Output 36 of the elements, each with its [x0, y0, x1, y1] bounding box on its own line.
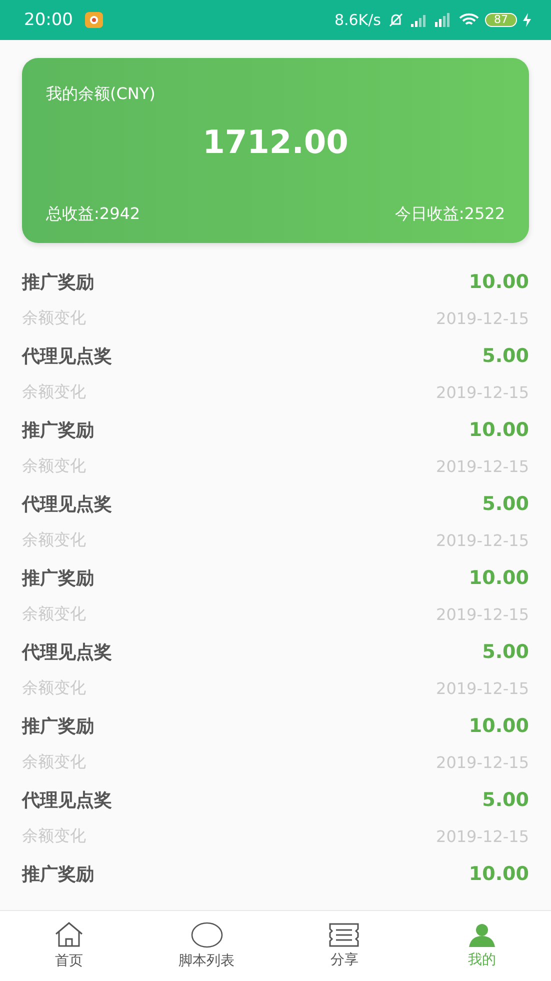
record-title: 代理见点奖: [22, 640, 112, 664]
tab-item[interactable]: 分享: [276, 911, 414, 981]
record-title: 代理见点奖: [22, 788, 112, 812]
mute-icon: [387, 12, 405, 28]
today-earnings: 今日收益:2522: [394, 204, 505, 225]
oval-icon: [190, 922, 223, 948]
record-title: 推广奖励: [22, 418, 94, 442]
app-notification-icon: [85, 12, 103, 28]
charging-icon: [523, 13, 531, 27]
record-amount: 5.00: [482, 640, 529, 662]
record-amount: 5.00: [482, 344, 529, 366]
record-title: 推广奖励: [22, 270, 94, 294]
record-title: 推广奖励: [22, 862, 94, 886]
record-amount: 10.00: [468, 714, 529, 736]
record-amount: 10.00: [468, 566, 529, 588]
record-amount: 10.00: [468, 270, 529, 292]
record-title: 代理见点奖: [22, 492, 112, 516]
record-amount: 10.00: [468, 862, 529, 884]
record-title: 推广奖励: [22, 566, 94, 590]
record-amount: 10.00: [468, 418, 529, 440]
home-icon: [54, 922, 84, 948]
tab-item[interactable]: 脚本列表: [138, 911, 276, 981]
total-earnings: 总收益:2942: [46, 204, 140, 225]
network-speed: 8.6K/s: [334, 11, 381, 29]
balance-title: 我的余额(CNY): [46, 84, 156, 105]
list-icon: [329, 923, 360, 947]
record-amount: 5.00: [482, 788, 529, 810]
record-title: 代理见点奖: [22, 344, 112, 368]
battery-indicator: 87: [485, 13, 517, 27]
user-icon: [468, 923, 496, 947]
record-title: 推广奖励: [22, 714, 94, 738]
wifi-icon: [459, 13, 479, 27]
tab-item[interactable]: 首页: [0, 911, 138, 981]
balance-amount: 1712.00: [202, 123, 350, 161]
status-time: 20:00: [24, 10, 73, 30]
record-amount: 5.00: [482, 492, 529, 514]
